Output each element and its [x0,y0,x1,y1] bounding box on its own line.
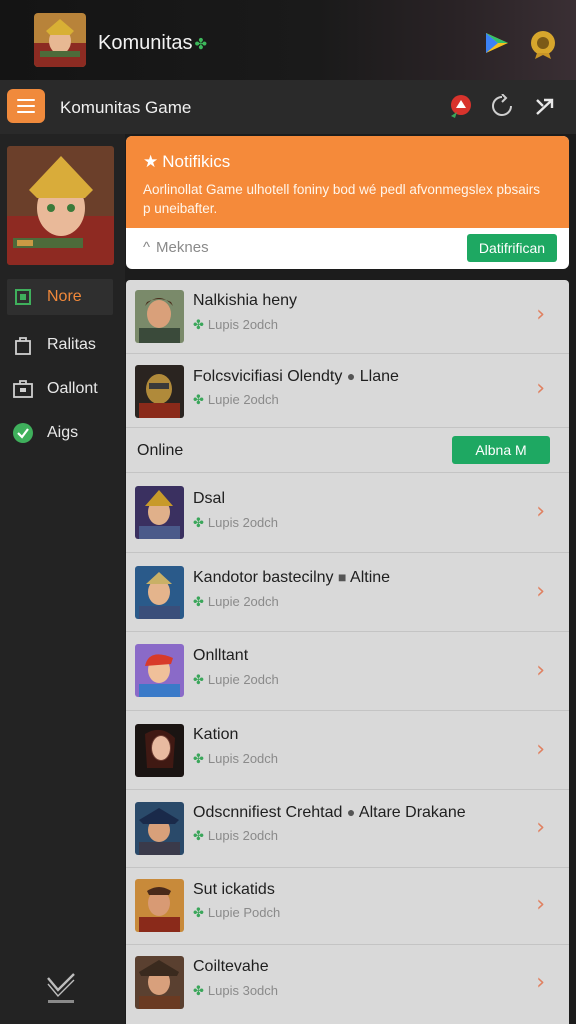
status-icon: ✤ [193,751,204,766]
toolbar-title: Komunitas Game [60,98,192,117]
chevron-right-icon[interactable]: › [536,970,545,995]
list-item[interactable]: Folcsvicifiasi Olendty ● Llane ✤ Lupie 2o… [126,354,569,428]
chevron-right-icon[interactable]: › [536,376,545,401]
status-icon: ✤ [193,983,204,998]
sidebar-item-oallont[interactable]: Oallont [7,371,113,407]
friend-avatar [135,290,184,343]
refresh-icon[interactable] [491,93,513,123]
friend-avatar [135,879,184,932]
chevron-right-icon[interactable]: › [536,737,545,762]
notification-title: ★ Notifikics [143,152,231,171]
status-icon: ✤ [193,392,204,407]
friend-avatar [135,486,184,539]
list-item[interactable]: Kandotor bastecilny ■ Altine ✤ Lupie 2odc… [126,553,569,632]
chevron-right-icon[interactable]: › [536,499,545,524]
notification-card: ★ Notifikics Aorlinollat Game ulhotell fo… [126,136,569,269]
grid-icon [12,286,34,308]
share-icon[interactable] [534,94,556,123]
status-icon: ✤ [193,828,204,843]
app-avatar[interactable] [34,13,86,67]
list-item[interactable]: Odscnnifiest Crehtad ● Altare Drakane ✤ L… [126,790,569,868]
notification-more-link[interactable]: ^ Meknes [143,239,209,256]
chevron-right-icon[interactable]: › [536,579,545,604]
check-circle-icon [12,422,34,444]
tag-icon: ● [346,368,356,384]
app-bar: Komunitas ✤ [0,0,576,80]
status-icon: ✤ [193,594,204,609]
friend-avatar [135,956,184,1009]
friend-avatar [135,644,184,697]
friends-list: Nalkishia heny ✤ Lupis 2odch › Folcsvicif… [126,280,569,1024]
chevron-right-icon[interactable]: › [536,658,545,683]
app-logo-icon [44,972,78,1008]
friend-avatar [135,802,184,855]
briefcase-icon [12,378,34,400]
hero-portrait-image [7,146,114,265]
online-section-header: Online Albna M [126,428,569,473]
online-action-button[interactable]: Albna M [452,436,550,464]
notification-bell-icon[interactable] [449,94,473,125]
sidebar-item-ralitas[interactable]: Ralitas [7,327,113,363]
bag-icon [12,334,34,356]
list-item[interactable]: Onlltant ✤ Lupie 2odch › [126,632,569,711]
notification-action-button[interactable]: Datifrifican [467,234,557,262]
tag-icon: ■ [337,569,347,585]
chevron-right-icon[interactable]: › [536,815,545,840]
list-item[interactable]: Nalkishia heny ✤ Lupis 2odch › [126,280,569,354]
sidebar: Nore Ralitas Oallont Aigs [0,134,125,1024]
tag-icon: ● [346,804,356,820]
chevron-right-icon[interactable]: › [536,302,545,327]
hamburger-menu-button[interactable] [7,89,45,123]
chevron-right-icon[interactable]: › [536,892,545,917]
sidebar-item-nore[interactable]: Nore [7,279,113,315]
friend-avatar [135,566,184,619]
clover-icon: ✤ [194,36,208,53]
chevron-up-icon: ^ [143,239,151,256]
status-icon: ✤ [193,317,204,332]
list-item[interactable]: Dsal ✤ Lupis 2odch › [126,473,569,553]
list-item[interactable]: Sut ickatids ✤ Lupie Podch › [126,868,569,945]
play-store-icon[interactable] [484,32,510,59]
friend-avatar [135,724,184,777]
sidebar-item-aigs[interactable]: Aigs [7,415,113,451]
app-title: Komunitas ✤ [98,32,208,54]
achievement-badge-icon[interactable] [529,29,557,64]
status-icon: ✤ [193,515,204,530]
star-icon: ★ [143,152,159,171]
friend-avatar [135,365,184,418]
list-item[interactable]: Coiltevahe ✤ Lupis 3odch › [126,945,569,1024]
toolbar: Komunitas Game [0,80,576,134]
notification-body: Aorlinollat Game ulhotell foniny bod wé … [143,182,540,216]
status-icon: ✤ [193,905,204,920]
status-icon: ✤ [193,672,204,687]
list-item[interactable]: Kation ✤ Lupis 2odch › [126,711,569,790]
